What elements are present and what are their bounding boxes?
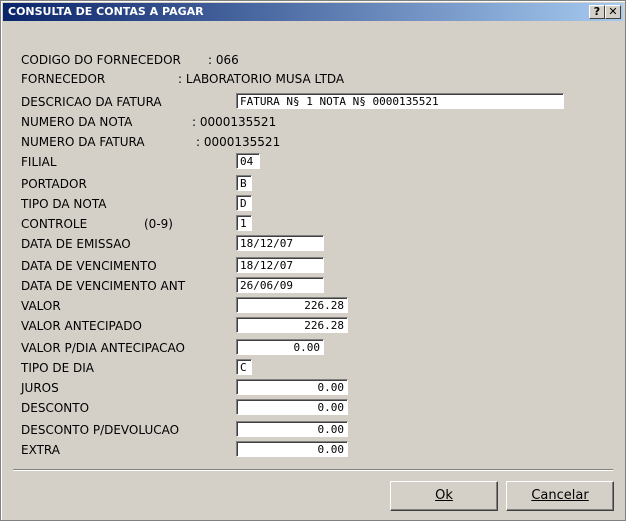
extra-field[interactable]: 0.00 <box>236 441 348 457</box>
close-button[interactable]: ✕ <box>605 5 621 19</box>
extra-label: EXTRA <box>21 443 60 457</box>
descricao-fatura-field[interactable]: FATURA N§ 1 NOTA N§ 0000135521 <box>236 93 564 109</box>
tipo-dia-field[interactable]: C <box>236 359 252 375</box>
data-vencimento-field[interactable]: 18/12/07 <box>236 257 324 273</box>
ok-button-label: Ok <box>435 488 453 503</box>
desconto-label: DESCONTO <box>21 401 90 415</box>
tipo-dia-label: TIPO DE DIA <box>21 361 94 375</box>
numero-nota-label: NUMERO DA NOTA <box>21 115 133 129</box>
data-vencimento-label: DATA DE VENCIMENTO <box>21 259 157 273</box>
valor-antecipado-field[interactable]: 226.28 <box>236 317 348 333</box>
juros-field[interactable]: 0.00 <box>236 379 348 395</box>
help-button[interactable]: ? <box>589 5 605 19</box>
filial-label: FILIAL <box>21 155 57 169</box>
controle-label: CONTROLE <box>21 217 88 231</box>
codigo-fornecedor-value: : 066 <box>208 53 239 67</box>
data-emissao-field[interactable]: 18/12/07 <box>236 235 324 251</box>
data-emissao-label: DATA DE EMISSAO <box>21 237 131 251</box>
juros-label: JUROS <box>21 381 59 395</box>
fornecedor-label: FORNECEDOR <box>21 72 106 86</box>
numero-fatura-label: NUMERO DA FATURA <box>21 135 145 149</box>
descricao-fatura-label: DESCRICAO DA FATURA <box>21 95 162 109</box>
window-title: CONSULTA DE CONTAS A PAGAR <box>8 5 204 18</box>
numero-nota-value: : 0000135521 <box>192 115 277 129</box>
controle-field[interactable]: 1 <box>236 215 252 231</box>
numero-fatura-value: : 0000135521 <box>196 135 281 149</box>
tipo-nota-field[interactable]: D <box>236 195 252 211</box>
cancel-button[interactable]: Cancelar <box>506 481 614 511</box>
data-vencimento-ant-field[interactable]: 26/06/09 <box>236 277 324 293</box>
valor-label: VALOR <box>21 299 61 313</box>
portador-field[interactable]: B <box>236 175 252 191</box>
desconto-devolucao-label: DESCONTO P/DEVOLUCAO <box>21 423 180 437</box>
tipo-nota-label: TIPO DA NOTA <box>21 197 107 211</box>
ok-button[interactable]: Ok <box>390 481 498 511</box>
filial-field[interactable]: 04 <box>236 153 260 169</box>
controle-hint: (0-9) <box>144 217 173 231</box>
valor-dia-antecipacao-label: VALOR P/DIA ANTECIPACAO <box>21 341 185 355</box>
portador-label: PORTADOR <box>21 177 87 191</box>
desconto-devolucao-field[interactable]: 0.00 <box>236 421 348 437</box>
title-bar[interactable]: CONSULTA DE CONTAS A PAGAR ? ✕ <box>3 3 623 21</box>
cancel-button-label: Cancelar <box>531 488 589 503</box>
dialog-window: CONSULTA DE CONTAS A PAGAR ? ✕ CODIGO DO… <box>0 0 626 521</box>
separator-line <box>13 469 613 471</box>
valor-dia-antecipacao-field[interactable]: 0.00 <box>236 339 324 355</box>
fornecedor-value: : LABORATORIO MUSA LTDA <box>178 72 345 86</box>
codigo-fornecedor-label: CODIGO DO FORNECEDOR <box>21 53 181 67</box>
valor-field[interactable]: 226.28 <box>236 297 348 313</box>
valor-antecipado-label: VALOR ANTECIPADO <box>21 319 142 333</box>
desconto-field[interactable]: 0.00 <box>236 399 348 415</box>
data-vencimento-ant-label: DATA DE VENCIMENTO ANT <box>21 279 186 293</box>
